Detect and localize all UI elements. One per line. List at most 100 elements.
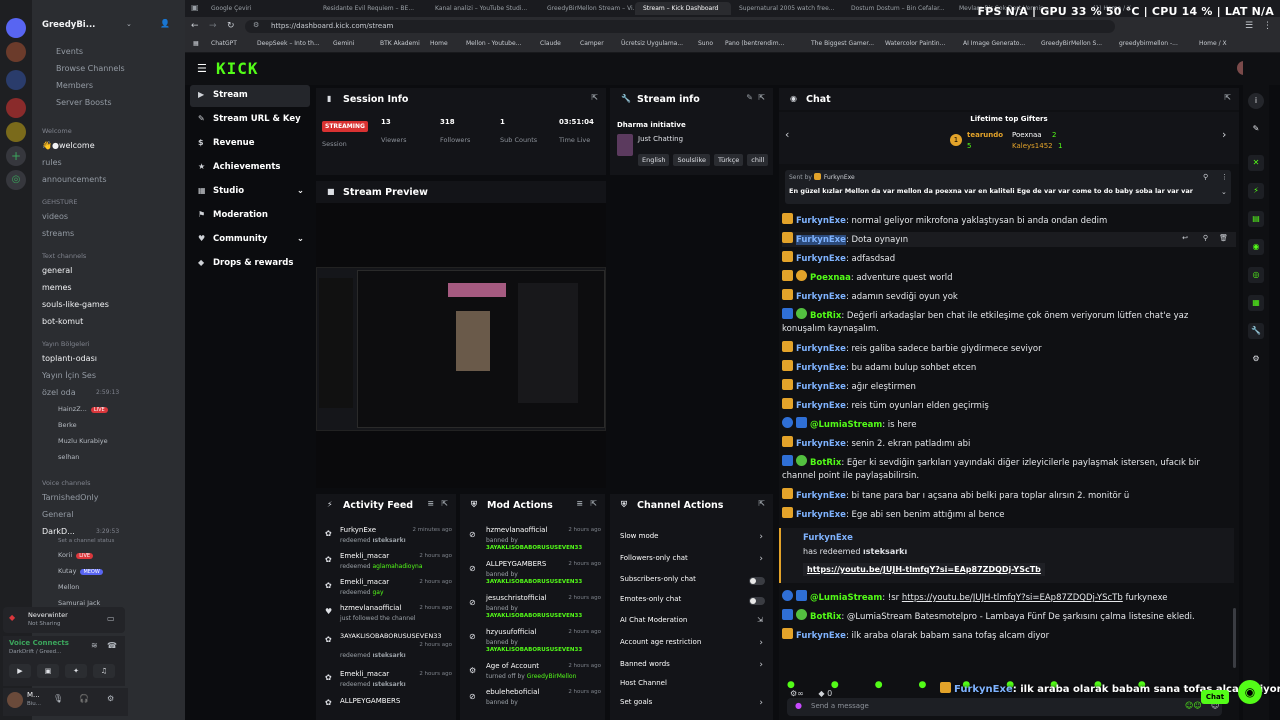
browser-tab[interactable]: Residante Evil Requiem – BE... — [315, 2, 427, 15]
url-text[interactable]: https://dashboard.kick.com/stream — [271, 22, 393, 30]
edit-icon[interactable]: ✎ — [746, 93, 753, 102]
floating-action-icon[interactable]: ◉ — [1238, 680, 1262, 704]
bolt-icon[interactable]: ⚡ — [1248, 183, 1264, 199]
chat-scrollbar[interactable] — [1233, 608, 1236, 668]
bookmark[interactable]: Claude — [540, 40, 561, 47]
channel-streams[interactable]: streams — [42, 229, 74, 238]
camera-icon[interactable]: ▶ — [9, 664, 31, 678]
bookmark[interactable]: Ücretsiz Uygulama... — [621, 40, 683, 47]
channel-action-ai-moderation[interactable]: AI Chat Moderation ⇲ — [610, 616, 773, 634]
popout-icon[interactable]: ⇱ — [758, 93, 765, 102]
redeem-link[interactable]: https://youtu.be/JUJH-tlmfqY?si=EAp87ZDQ… — [803, 563, 1045, 576]
headphones-icon[interactable]: 🎧 — [79, 694, 89, 703]
disconnect-icon[interactable]: ☎ — [107, 641, 117, 650]
channel-action-host-channel[interactable]: Host Channel — [610, 679, 773, 697]
extensions-icon[interactable]: ☰ — [1245, 21, 1253, 31]
pin-icon[interactable]: ⚲ — [1203, 173, 1208, 181]
popout-icon[interactable]: ⇱ — [441, 499, 448, 508]
site-info-icon[interactable]: ⚙ — [253, 21, 259, 29]
nav-events[interactable]: Events — [56, 47, 83, 56]
kick-logo[interactable]: KICK — [216, 59, 259, 78]
category-yayin-bolgeleri[interactable]: Yayın Bölgeleri — [42, 340, 90, 348]
nav-browse-channels[interactable]: Browse Channels — [56, 64, 125, 73]
chat-message[interactable]: FurkynExe: bu adamı bulup sohbet etcen — [782, 360, 1222, 375]
nav-achievements[interactable]: ★ Achievements — [190, 157, 310, 179]
chat-message[interactable]: FurkynExe: Dota oynayın ↩ ⚲ 🗑 — [782, 232, 1236, 247]
bookmark[interactable]: AI Image Generato... — [963, 40, 1025, 47]
nav-stream[interactable]: ▶ Stream — [190, 85, 310, 107]
nav-server-boosts[interactable]: Server Boosts — [56, 98, 112, 107]
pin-icon[interactable]: ⚲ — [1203, 232, 1208, 245]
explore-icon[interactable]: ◎ — [6, 170, 26, 190]
screen-share-icon[interactable]: ▭ — [107, 614, 115, 623]
voice-yayin-icin-ses[interactable]: Yayın İçin Ses — [42, 371, 96, 380]
channel-action-followers-only[interactable]: Followers-only chat › — [610, 554, 773, 572]
subscribers-only-toggle[interactable] — [749, 577, 765, 585]
voice-user[interactable]: Muzlu Kurabiye — [58, 437, 108, 445]
voice-connected-sub[interactable]: DarkDrift / Greed... — [9, 649, 61, 655]
voice-user[interactable]: HainzZ... LIVE — [58, 405, 108, 413]
noise-icon[interactable]: ≋ — [91, 641, 98, 650]
chat-send-button[interactable]: Chat — [1201, 690, 1229, 704]
server-icon[interactable] — [6, 98, 26, 118]
bookmark[interactable]: Pano (bentrendim... — [725, 40, 784, 47]
chat-message[interactable]: FurkynExe: reis tüm oyunları elden geçir… — [782, 398, 1222, 413]
server-name[interactable]: GreedyBi... — [42, 20, 95, 30]
layout-icon[interactable]: ▦ — [1248, 295, 1264, 311]
tool-icon[interactable]: ✕ — [1248, 155, 1264, 171]
browser-tab[interactable]: Kanal analizi – YouTube Studi... — [427, 2, 539, 15]
emote-icon[interactable]: ☺☺ — [1185, 701, 1202, 710]
channel-announcements[interactable]: announcements — [42, 175, 107, 184]
voice-user[interactable]: Berke — [58, 421, 77, 429]
chat-message[interactable]: FurkynExe: adamın sevdiği oyun yok — [782, 289, 1222, 304]
channel-action-account-age[interactable]: Account age restriction › — [610, 638, 773, 656]
settings-gear-icon[interactable]: ⚙ — [107, 694, 114, 703]
chat-message[interactable]: FurkynExe: reis galiba sadece barbie giy… — [782, 341, 1222, 356]
popout-icon[interactable]: ⇱ — [1224, 93, 1231, 102]
chat-message[interactable]: FurkynExe: ağır eleştirmen — [782, 379, 1222, 394]
browser-tab[interactable]: GreedyBirMellon Stream – Vi... — [539, 2, 635, 15]
voice-general[interactable]: General — [42, 510, 74, 519]
voice-darkd[interactable]: DarkD... — [42, 527, 75, 536]
hamburger-icon[interactable]: ☰ — [197, 62, 207, 75]
chevron-down-icon[interactable]: ⌄ — [1221, 188, 1227, 196]
nav-drops-rewards[interactable]: ◆ Drops & rewards — [190, 253, 310, 275]
reply-icon[interactable]: ↩ — [1182, 232, 1188, 245]
voice-user[interactable]: Mellon — [58, 583, 79, 591]
chat-message[interactable]: BotRix: @LumiaStream Batesmotelpro - Lam… — [782, 609, 1222, 624]
nav-studio[interactable]: ▦ Studio ⌄ — [190, 181, 310, 203]
filter-icon[interactable]: ≡ — [576, 499, 583, 508]
bookmark[interactable]: BTK Akademi — [380, 40, 420, 47]
gifter-name[interactable]: tearundo — [967, 131, 1003, 139]
emotes-only-toggle[interactable] — [749, 597, 765, 605]
bookmark[interactable]: Home — [430, 40, 448, 47]
back-icon[interactable]: ← — [191, 21, 199, 31]
voice-user[interactable]: Samurai Jack — [58, 599, 100, 607]
bookmark[interactable]: Mellon - Youtube... — [466, 40, 521, 47]
info-icon[interactable]: i — [1248, 93, 1264, 109]
delete-icon[interactable]: 🗑 — [1219, 232, 1228, 245]
gifters-prev-icon[interactable]: ‹ — [785, 128, 789, 141]
bookmark-apps-icon[interactable]: ▦ — [193, 40, 199, 47]
bookmark[interactable]: Gemini — [333, 40, 354, 47]
gifter-name[interactable]: Kaleys1452 — [1012, 142, 1053, 150]
nav-moderation[interactable]: ⚑ Moderation — [190, 205, 310, 227]
menu-icon[interactable]: ⋮ — [1263, 21, 1272, 31]
doc-icon[interactable]: ▤ — [1248, 211, 1264, 227]
bookmark[interactable]: Camper — [580, 40, 604, 47]
channel-status[interactable]: Set a channel status — [58, 538, 114, 544]
redeem-user[interactable]: FurkynExe — [803, 533, 853, 543]
more-icon[interactable]: ⋮ — [1221, 173, 1228, 181]
avatar[interactable] — [7, 692, 23, 708]
gifters-next-icon[interactable]: › — [1222, 128, 1226, 141]
pencil-icon[interactable]: ✎ — [1248, 121, 1264, 137]
mic-icon[interactable]: ● — [795, 701, 802, 710]
category-voice-channels[interactable]: Voice channels — [42, 479, 90, 487]
chat-message[interactable]: Poexnaa: adventure quest world — [782, 270, 1222, 285]
browser-tab[interactable]: Supernatural 2005 watch free... — [731, 2, 843, 15]
category-welcome[interactable]: Welcome — [42, 127, 72, 135]
chat-message[interactable]: FurkynExe: ilk araba olarak babam sana t… — [782, 628, 1222, 643]
chat-message[interactable]: @LumiaStream: !sr https://youtu.be/JUJH-… — [782, 590, 1222, 605]
voice-user[interactable]: selhan — [58, 453, 79, 461]
popout-icon[interactable]: ⇱ — [590, 499, 597, 508]
